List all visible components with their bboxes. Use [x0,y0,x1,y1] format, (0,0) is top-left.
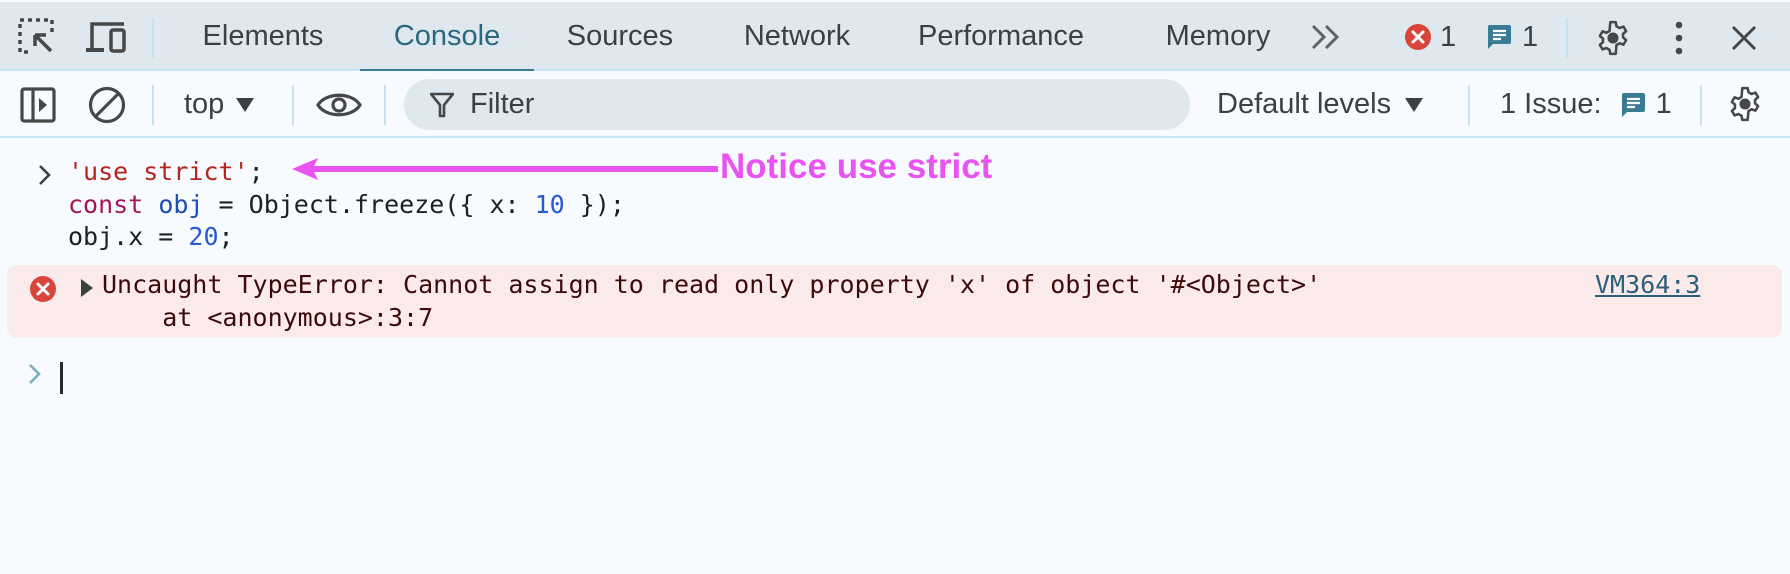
dropdown-triangle-icon [1405,97,1424,112]
device-toolbar-icon[interactable] [86,20,128,54]
divider [384,85,386,125]
divider [152,85,154,125]
context-selector[interactable]: top [184,71,255,138]
message-counter-button[interactable]: 1 [1486,20,1538,54]
code-line-3: obj.x = 20; [68,222,234,251]
message-count: 1 [1522,20,1539,53]
error-message: Uncaught TypeError: Cannot assign to rea… [7,265,1782,338]
inspect-element-icon[interactable] [18,18,56,56]
devtools-tabbar: Elements Console Sources Network Perform… [0,2,1790,73]
error-count: 1 [1440,20,1457,53]
tab-performance[interactable]: Performance [906,2,1096,71]
divider [292,85,294,125]
console-prompt-input[interactable] [60,362,1760,396]
expand-triangle-icon[interactable] [80,278,94,298]
prompt-chevron-icon [28,363,42,385]
sidebar-toggle-icon[interactable] [20,87,56,123]
source-link[interactable]: VM364:3 [1595,270,1700,299]
divider [1566,18,1568,58]
tab-memory[interactable]: Memory [1148,2,1288,71]
annotation-label: Notice use strict [720,147,993,186]
settings-gear-icon[interactable] [1594,19,1632,57]
tab-sources[interactable]: Sources [552,2,688,71]
filter-input[interactable] [470,88,1070,121]
error-icon [1404,23,1432,51]
issues-button[interactable]: 1 Issue: 1 [1500,71,1672,138]
code-line-2: const obj = Object.freeze({ x: 10 }); [68,190,625,219]
error-icon [29,275,57,303]
annotation-arrow-icon [292,157,718,186]
tab-network[interactable]: Network [732,2,862,71]
live-expression-eye-icon[interactable] [316,90,362,120]
tab-console[interactable]: Console [360,2,534,73]
code-line-1: 'use strict'; [68,157,264,186]
error-stack: at <anonymous>:3:7 [102,303,434,332]
filter-funnel-icon [430,92,454,118]
more-options-icon[interactable] [1672,20,1686,56]
close-icon[interactable] [1730,24,1758,52]
dropdown-triangle-icon [236,97,255,112]
chevron-double-right-icon[interactable] [1310,24,1342,50]
message-icon [1486,23,1512,51]
input-chevron-icon[interactable] [38,164,52,186]
tab-elements[interactable]: Elements [174,2,352,71]
divider [152,18,154,58]
filter-field[interactable] [404,79,1190,130]
error-text: Uncaught TypeError: Cannot assign to rea… [102,270,1322,299]
divider [1468,85,1470,125]
console-toolbar: top Default levels 1 Issue: [0,71,1790,138]
text-cursor [60,362,63,394]
divider [1700,85,1702,125]
message-icon [1620,91,1646,119]
error-counter-button[interactable]: 1 [1404,20,1456,54]
clear-console-icon[interactable] [88,86,126,124]
log-levels-dropdown[interactable]: Default levels [1217,71,1424,138]
console-settings-gear-icon[interactable] [1726,85,1764,123]
